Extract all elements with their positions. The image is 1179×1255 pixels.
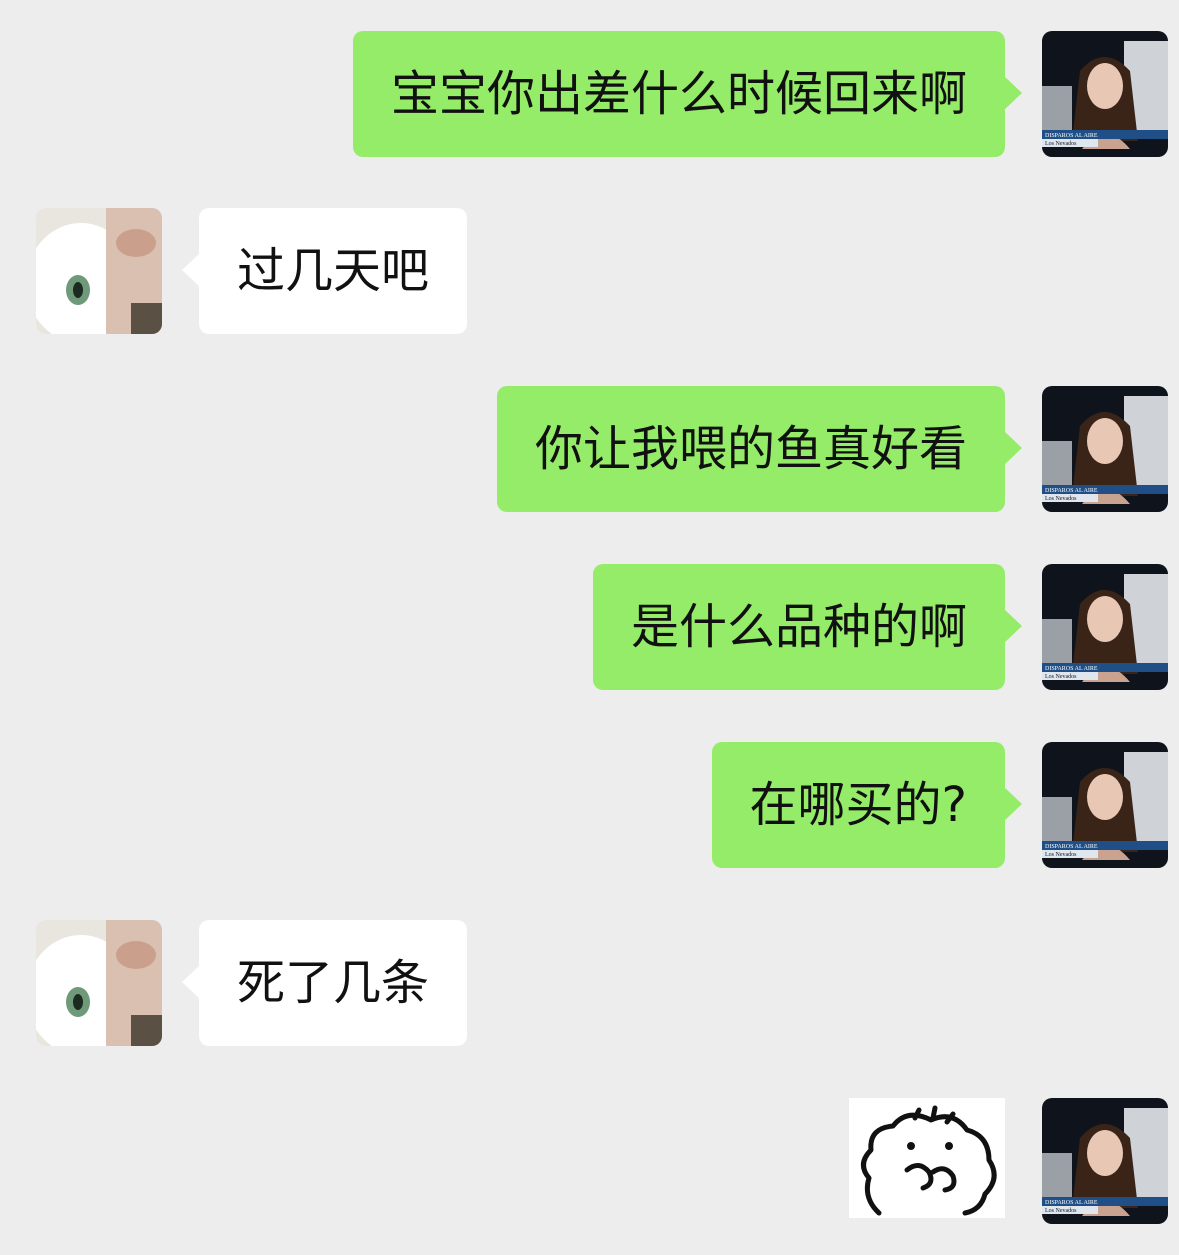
- message-bubble-sent[interactable]: 你让我喂的鱼真好看: [496, 386, 1023, 512]
- avatar-photo: [36, 920, 162, 1046]
- message-bubble-received[interactable]: 死了几条: [181, 920, 468, 1046]
- svg-text:DISPAROS AL AIRE: DISPAROS AL AIRE: [1045, 1200, 1098, 1206]
- avatar-photo: DISPAROS AL AIRE Los Nevados: [1042, 742, 1168, 868]
- svg-text:DISPAROS AL AIRE: DISPAROS AL AIRE: [1045, 844, 1098, 850]
- message-bubble-received[interactable]: 过几天吧: [181, 208, 468, 334]
- avatar-photo: [36, 208, 162, 334]
- avatar[interactable]: DISPAROS AL AIRE Los Nevados: [1042, 1098, 1168, 1224]
- svg-text:DISPAROS AL AIRE: DISPAROS AL AIRE: [1045, 133, 1098, 139]
- svg-text:Los Nevados: Los Nevados: [1045, 141, 1077, 147]
- message-bubble-sent[interactable]: 宝宝你出差什么时候回来啊: [352, 31, 1023, 157]
- avatar-photo: DISPAROS AL AIRE Los Nevados: [1042, 1098, 1168, 1224]
- avatar[interactable]: [36, 208, 162, 334]
- avatar[interactable]: DISPAROS AL AIRE Los Nevados: [1042, 31, 1168, 157]
- avatar[interactable]: DISPAROS AL AIRE Los Nevados: [1042, 564, 1168, 690]
- avatar-photo: DISPAROS AL AIRE Los Nevados: [1042, 564, 1168, 690]
- svg-text:DISPAROS AL AIRE: DISPAROS AL AIRE: [1045, 666, 1098, 672]
- avatar-photo: DISPAROS AL AIRE Los Nevados: [1042, 31, 1168, 157]
- hamster-sticker[interactable]: [849, 1098, 1005, 1218]
- message-bubble-sent[interactable]: 在哪买的?: [711, 742, 1023, 868]
- svg-text:DISPAROS AL AIRE: DISPAROS AL AIRE: [1045, 488, 1098, 494]
- svg-text:Los Nevados: Los Nevados: [1045, 852, 1077, 858]
- svg-text:Los Nevados: Los Nevados: [1045, 674, 1077, 680]
- avatar[interactable]: DISPAROS AL AIRE Los Nevados: [1042, 386, 1168, 512]
- avatar[interactable]: [36, 920, 162, 1046]
- svg-text:Los Nevados: Los Nevados: [1045, 496, 1077, 502]
- message-bubble-sent[interactable]: 是什么品种的啊: [592, 564, 1023, 690]
- avatar-photo: DISPAROS AL AIRE Los Nevados: [1042, 386, 1168, 512]
- hamster-sticker-drawing: [861, 1105, 997, 1216]
- svg-text:Los Nevados: Los Nevados: [1045, 1208, 1077, 1214]
- avatar[interactable]: DISPAROS AL AIRE Los Nevados: [1042, 742, 1168, 868]
